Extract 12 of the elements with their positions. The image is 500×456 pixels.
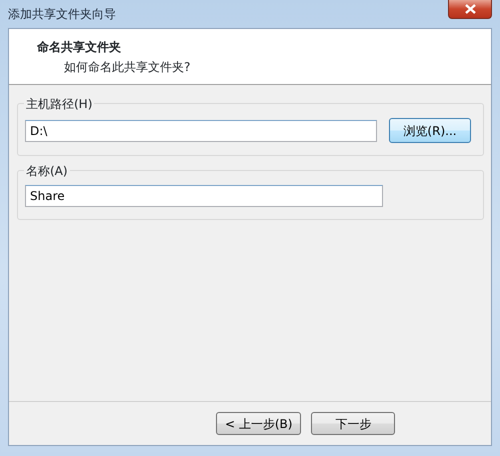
window-title: 添加共享文件夹向导 xyxy=(8,6,116,23)
input-field[interactable]: D:\ xyxy=(25,120,377,142)
group-label: 主机路径(H) xyxy=(24,95,94,113)
page-title: 命名共享文件夹 xyxy=(37,39,122,56)
close-button[interactable] xyxy=(448,0,492,19)
next-button[interactable]: 下一步 xyxy=(311,412,396,435)
group-label: 名称(A) xyxy=(24,162,70,180)
page-subtitle: 如何命名此共享文件夹? xyxy=(63,59,192,76)
input-field[interactable]: Share xyxy=(25,185,383,207)
close-icon xyxy=(464,4,476,14)
browse-button[interactable]: 浏览(R)... xyxy=(389,118,471,143)
back-button[interactable]: < 上一步(B) xyxy=(216,412,302,435)
